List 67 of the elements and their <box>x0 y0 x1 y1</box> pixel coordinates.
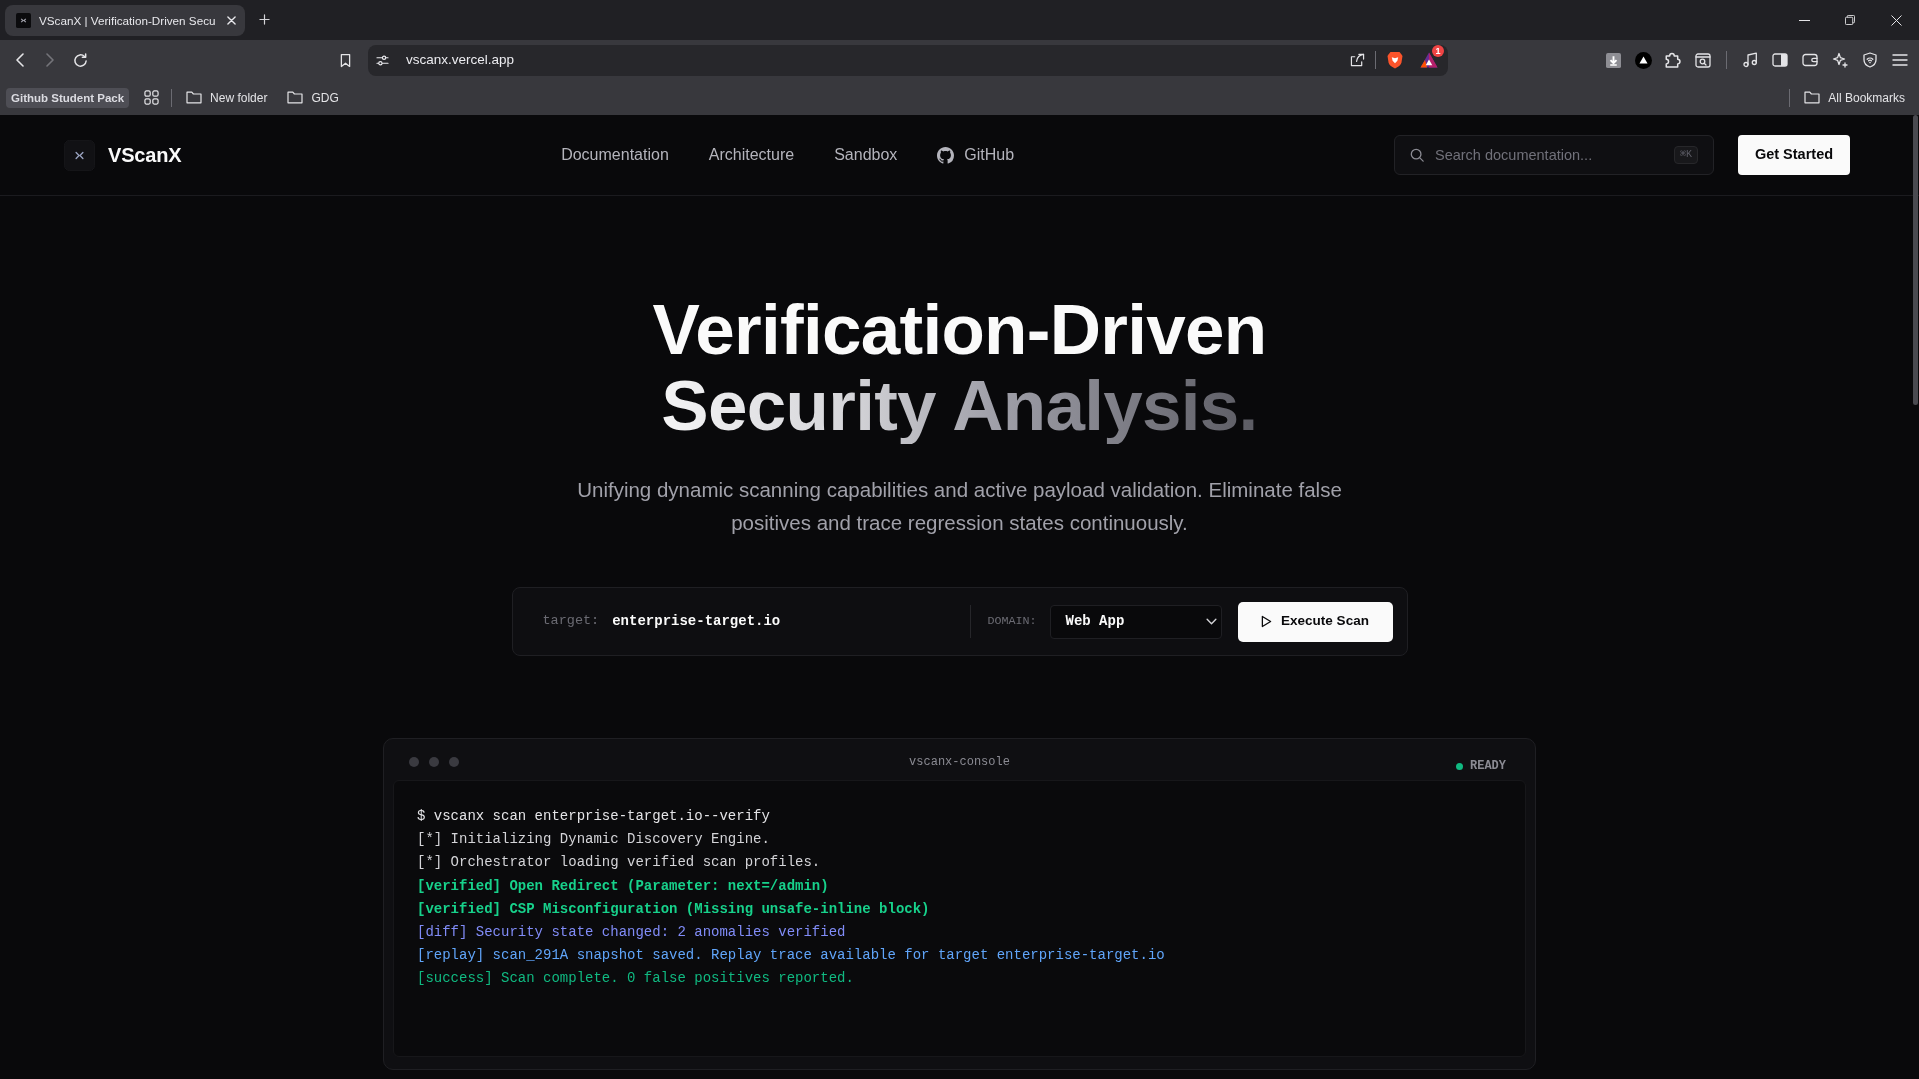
console-line: $ vscanx scan enterprise-target.io--verify <box>417 807 771 826</box>
close-icon[interactable] <box>227 16 236 25</box>
hero-title: Verification-Driven Security Analysis. <box>652 292 1267 444</box>
domain-select[interactable]: Web App <box>1049 604 1222 639</box>
shield-icon[interactable] <box>1387 51 1403 69</box>
console-line: [*] Orchestrator loading verified scan profiles. <box>417 853 822 873</box>
reload-icon[interactable] <box>72 52 88 68</box>
share-icon[interactable] <box>1349 53 1365 67</box>
folder-icon <box>1804 91 1821 104</box>
get-started-button[interactable]: Get Started <box>1738 135 1850 175</box>
bookmark-button[interactable]: Github Student Pack <box>6 87 130 108</box>
favicon-icon <box>16 13 31 28</box>
domain-label: DOMAIN: <box>987 612 1037 630</box>
nav-link[interactable]: Architecture <box>708 143 795 167</box>
notification-badge: 1 <box>1432 45 1444 57</box>
music-icon[interactable] <box>1742 52 1758 68</box>
brand-name[interactable]: VScanX <box>108 140 182 170</box>
hero-subtitle: Unifying dynamic scanning capabilities and active payload validation. Eliminate false positives and trace regression states continuously. <box>576 477 1343 536</box>
window-search-icon[interactable] <box>1695 52 1711 68</box>
shield-icon[interactable] <box>1863 52 1877 68</box>
nav-link[interactable]: GitHub <box>937 143 1015 167</box>
shortcut-key: ⌘K <box>1673 146 1698 164</box>
tune-icon[interactable] <box>376 54 389 66</box>
console-line: [*] Initializing Dynamic Discovery Engine. <box>417 830 771 850</box>
close-icon[interactable] <box>1890 14 1902 26</box>
console-line: [verified] Open Redirect (Parameter: next=/admin) <box>417 876 830 896</box>
minimize-icon[interactable] <box>1798 19 1810 21</box>
status-dot-icon <box>1456 762 1463 770</box>
triangle-icon[interactable] <box>1420 52 1438 68</box>
console-title: vscanx-console <box>909 754 1010 771</box>
github-icon <box>937 146 955 164</box>
sidebar-icon[interactable] <box>1772 53 1788 67</box>
window-dot-icon <box>409 757 419 767</box>
plus-icon[interactable] <box>259 14 270 25</box>
address-bar[interactable]: vscanx.vercel.app 1 <box>368 44 1448 76</box>
bookmark-icon[interactable] <box>339 52 351 68</box>
menu-icon[interactable] <box>1892 54 1908 66</box>
folder-icon <box>186 91 203 104</box>
console-line: [replay] scan_291A snapshot saved. Replay trace available for target enterprise-target.io <box>417 946 1166 966</box>
restore-icon[interactable] <box>1845 15 1855 25</box>
chevron-down-icon <box>1205 618 1217 625</box>
browser-tab[interactable]: VScanX | Verification-Driven Secu <box>5 5 245 36</box>
wallet-icon[interactable] <box>1802 53 1818 67</box>
bookmark-folder[interactable]: New folder <box>180 86 274 109</box>
folder-icon <box>287 91 304 104</box>
puzzle-icon[interactable] <box>1665 52 1681 68</box>
execute-scan-button[interactable]: Execute Scan <box>1237 601 1393 642</box>
sparkle-icon[interactable] <box>1832 52 1848 68</box>
window-dot-icon <box>449 757 459 767</box>
console-line: [success] Scan complete. 0 false positives reported. <box>417 969 855 989</box>
window-dot-icon <box>429 757 439 767</box>
bookmark-folder[interactable]: GDG <box>281 86 345 109</box>
play-icon <box>1261 615 1273 628</box>
search-icon <box>1410 148 1424 162</box>
nav-link[interactable]: Documentation <box>561 143 669 167</box>
nav-link[interactable]: Sandbox <box>834 143 898 167</box>
target-label: target: <box>542 612 600 631</box>
console-line: [diff] Security state changed: 2 anomalies verified <box>417 923 847 942</box>
bookmark-folder[interactable]: All Bookmarks <box>1798 86 1911 109</box>
target-input[interactable]: enterprise-target.io <box>612 611 955 632</box>
logo-icon[interactable] <box>64 139 95 171</box>
status-text: READY <box>1470 758 1506 775</box>
scrollbar-thumb[interactable] <box>1913 115 1918 405</box>
grid-icon[interactable] <box>143 90 159 105</box>
download-icon[interactable] <box>1605 52 1621 68</box>
console-line: [verified] CSP Misconfiguration (Missing unsafe-inline block) <box>417 899 931 919</box>
back-icon[interactable] <box>16 53 24 67</box>
